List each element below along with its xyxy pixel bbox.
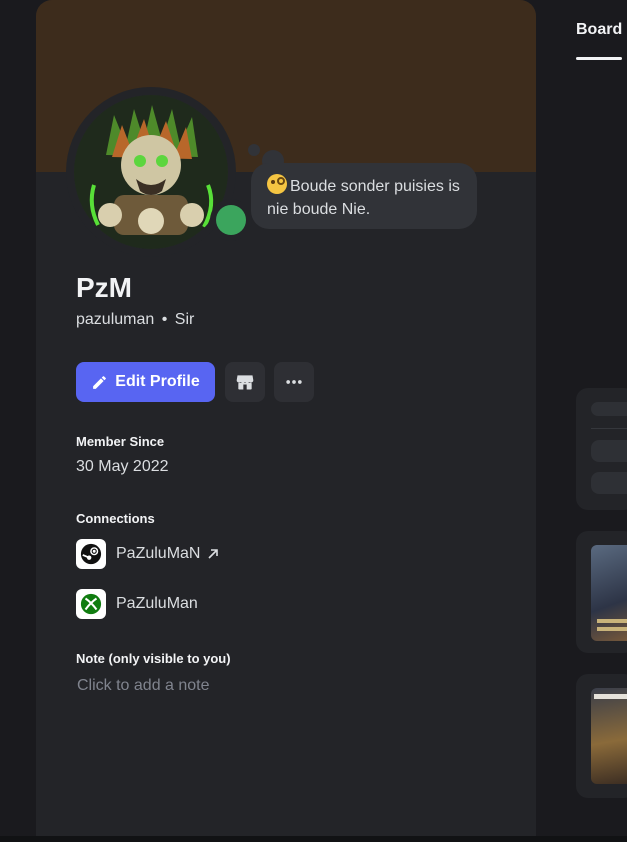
side-card-game[interactable] <box>576 531 627 653</box>
external-link-icon <box>208 549 219 559</box>
monocle-face-icon <box>267 174 287 194</box>
side-card-game[interactable] <box>576 674 627 798</box>
note-input[interactable]: Click to add a note <box>77 677 210 695</box>
bottom-edge <box>0 836 627 842</box>
divider <box>591 428 627 429</box>
username: pazuluman <box>76 311 155 328</box>
connection-item-xbox[interactable]: PaZuluMan <box>76 589 198 619</box>
pencil-icon <box>93 375 107 389</box>
avatar-image <box>74 95 228 249</box>
custom-status-text: Boude sonder puisies is nie boude Nie. <box>267 178 460 218</box>
more-options-button[interactable] <box>274 362 314 402</box>
tab-board[interactable]: Board <box>576 21 622 39</box>
connections-title: Connections <box>76 511 155 526</box>
display-name: PzM <box>76 272 132 303</box>
username-line: pazuluman • Sir <box>76 311 194 329</box>
custom-status-bubble[interactable]: Boude sonder puisies is nie boude Nie. <box>251 163 477 229</box>
connection-name: PaZuluMaN <box>116 545 201 562</box>
status-indicator <box>210 199 252 241</box>
separator: • <box>161 311 168 328</box>
steam-icon <box>76 539 106 569</box>
profile-card: Boude sonder puisies is nie boude Nie. P… <box>36 0 536 838</box>
game-cover-logo-mark <box>597 619 627 623</box>
game-cover-logo-mark <box>597 627 627 631</box>
avatar-frame <box>66 87 252 257</box>
app-window: Boude sonder puisies is nie boude Nie. P… <box>0 0 627 842</box>
member-since-date: 30 May 2022 <box>76 458 169 475</box>
shop-button[interactable] <box>225 362 265 402</box>
shop-icon <box>236 375 254 390</box>
connection-name: PaZuluMan <box>116 595 198 612</box>
game-cover-image <box>591 545 627 641</box>
active-tab-indicator <box>576 57 622 60</box>
avatar[interactable] <box>74 95 228 249</box>
game-cover-image <box>591 688 627 784</box>
connection-item-steam[interactable]: PaZuluMaN <box>76 539 220 569</box>
online-status-dot <box>216 205 246 235</box>
thought-bubble-dot <box>248 144 260 156</box>
skeleton-line <box>591 472 627 494</box>
game-cover-logo-mark <box>594 694 627 699</box>
pronouns: Sir <box>174 311 195 328</box>
skeleton-line <box>591 440 627 462</box>
member-since-title: Member Since <box>76 434 165 449</box>
skeleton-line <box>591 402 627 416</box>
side-card-loading <box>576 388 627 510</box>
more-icon <box>286 380 302 384</box>
edit-profile-label: Edit Profile <box>115 373 200 390</box>
edit-profile-button[interactable]: Edit Profile <box>76 362 215 402</box>
note-title: Note (only visible to you) <box>76 651 231 666</box>
xbox-icon <box>76 589 106 619</box>
